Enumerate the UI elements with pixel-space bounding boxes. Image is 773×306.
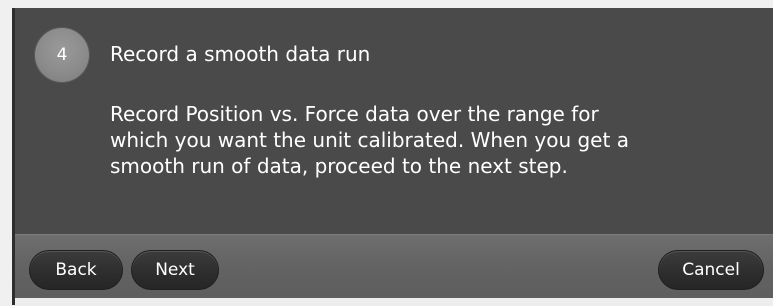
back-button[interactable]: Back	[29, 250, 123, 290]
step-instructions: Record Position vs. Force data over the …	[110, 102, 629, 178]
step-number-badge: 4	[35, 28, 89, 82]
cancel-button[interactable]: Cancel	[658, 250, 764, 290]
step-title: Record a smooth data run	[110, 42, 371, 66]
wizard-panel: 4 Record a smooth data run Record Positi…	[12, 8, 773, 306]
wizard-footer: Back Next Cancel	[15, 234, 773, 306]
next-button[interactable]: Next	[131, 250, 219, 290]
